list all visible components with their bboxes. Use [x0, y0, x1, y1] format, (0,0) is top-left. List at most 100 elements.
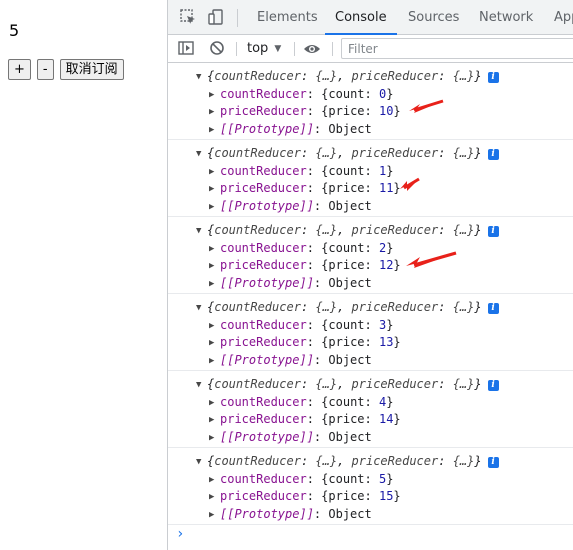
console-log-entry: ▼ {countReducer: {…}, priceReducer: {…}} i…: [168, 294, 573, 371]
prototype-row[interactable]: ▶ [[Prototype]]: Object: [209, 429, 372, 446]
console-output: ▼ {countReducer: {…}, priceReducer: {…}} i…: [168, 63, 573, 525]
log-object-summary[interactable]: ▼ {countReducer: {…}, priceReducer: {…}} i: [196, 299, 499, 316]
inspect-element-icon[interactable]: [180, 9, 196, 29]
price-reducer-row[interactable]: ▶ priceReducer: {price: 10}: [209, 103, 401, 120]
console-log-entry: ▼ {countReducer: {…}, priceReducer: {…}} i…: [168, 63, 573, 140]
toolbar-divider: [294, 42, 295, 56]
log-object-summary[interactable]: ▼ {countReducer: {…}, priceReducer: {…}} i: [196, 145, 499, 162]
devtools-panel: Elements Console Sources Network App top…: [167, 0, 573, 550]
info-icon[interactable]: i: [487, 380, 499, 391]
count-reducer-row[interactable]: ▶ countReducer: {count: 5}: [209, 471, 393, 488]
button-row: + - 取消订阅: [8, 59, 124, 80]
console-prompt[interactable]: ›: [176, 526, 184, 542]
price-reducer-row[interactable]: ▶ priceReducer: {price: 11}: [209, 180, 401, 197]
console-log-entry: ▼ {countReducer: {…}, priceReducer: {…}} i…: [168, 217, 573, 294]
clear-console-icon[interactable]: [209, 40, 225, 60]
toolbar-divider: [332, 42, 333, 56]
live-expression-eye-icon[interactable]: [303, 41, 321, 60]
price-value: 14: [378, 412, 394, 426]
collapsed-triangle-icon[interactable]: ▶: [209, 199, 220, 216]
price-reducer-row[interactable]: ▶ priceReducer: {price: 12}: [209, 257, 401, 274]
collapsed-triangle-icon[interactable]: ▶: [209, 276, 220, 293]
count-reducer-row[interactable]: ▶ countReducer: {count: 4}: [209, 394, 393, 411]
count-reducer-row[interactable]: ▶ countReducer: {count: 1}: [209, 163, 393, 180]
price-value: 12: [378, 258, 394, 272]
log-object-summary[interactable]: ▼ {countReducer: {…}, priceReducer: {…}} i: [196, 376, 499, 393]
info-icon[interactable]: i: [487, 303, 499, 314]
count-reducer-row[interactable]: ▶ countReducer: {count: 2}: [209, 240, 393, 257]
price-value: 15: [378, 489, 394, 503]
toolbar-divider: [236, 42, 237, 56]
expanded-triangle-icon[interactable]: ▼: [196, 377, 207, 394]
info-icon[interactable]: i: [487, 72, 499, 83]
info-icon[interactable]: i: [487, 226, 499, 237]
tab-application[interactable]: App: [554, 0, 573, 34]
collapsed-triangle-icon[interactable]: ▶: [209, 104, 220, 121]
count-display: 5: [9, 21, 20, 40]
collapsed-triangle-icon[interactable]: ▶: [209, 507, 220, 524]
price-reducer-row[interactable]: ▶ priceReducer: {price: 14}: [209, 411, 401, 428]
device-toolbar-icon[interactable]: [208, 9, 224, 29]
dropdown-caret-icon: ▼: [274, 44, 282, 54]
filter-input[interactable]: [341, 38, 573, 59]
log-object-summary[interactable]: ▼ {countReducer: {…}, priceReducer: {…}} i: [196, 68, 499, 85]
console-log-entry: ▼ {countReducer: {…}, priceReducer: {…}} i…: [168, 371, 573, 448]
decrement-button[interactable]: -: [36, 59, 54, 80]
price-reducer-row[interactable]: ▶ priceReducer: {price: 13}: [209, 334, 401, 351]
console-log-entry: ▼ {countReducer: {…}, priceReducer: {…}} i…: [168, 140, 573, 217]
increment-button[interactable]: +: [8, 59, 31, 80]
price-reducer-row[interactable]: ▶ priceReducer: {price: 15}: [209, 488, 401, 505]
object-preview: {countReducer: {…}, priceReducer: {…}}: [207, 454, 482, 468]
devtools-tabbar: Elements Console Sources Network App: [168, 0, 573, 35]
log-object-summary[interactable]: ▼ {countReducer: {…}, priceReducer: {…}} i: [196, 222, 499, 239]
collapsed-triangle-icon[interactable]: ▶: [209, 164, 220, 181]
info-icon[interactable]: i: [487, 457, 499, 468]
object-preview: {countReducer: {…}, priceReducer: {…}}: [207, 69, 482, 83]
collapsed-triangle-icon[interactable]: ▶: [209, 241, 220, 258]
collapsed-triangle-icon[interactable]: ▶: [209, 489, 220, 506]
collapsed-triangle-icon[interactable]: ▶: [209, 87, 220, 104]
price-value: 10: [378, 104, 394, 118]
count-reducer-row[interactable]: ▶ countReducer: {count: 0}: [209, 86, 393, 103]
collapsed-triangle-icon[interactable]: ▶: [209, 412, 220, 429]
tab-console[interactable]: Console: [325, 0, 397, 35]
console-log-entry: ▼ {countReducer: {…}, priceReducer: {…}} i…: [168, 448, 573, 525]
prototype-row[interactable]: ▶ [[Prototype]]: Object: [209, 352, 372, 369]
expanded-triangle-icon[interactable]: ▼: [196, 146, 207, 163]
tab-sources[interactable]: Sources: [408, 0, 459, 34]
collapsed-triangle-icon[interactable]: ▶: [209, 335, 220, 352]
unsubscribe-button[interactable]: 取消订阅: [59, 59, 124, 80]
expanded-triangle-icon[interactable]: ▼: [196, 454, 207, 471]
sidebar-toggle-icon[interactable]: [178, 40, 194, 60]
context-value: top: [247, 41, 269, 56]
collapsed-triangle-icon[interactable]: ▶: [209, 353, 220, 370]
expanded-triangle-icon[interactable]: ▼: [196, 223, 207, 240]
object-preview: {countReducer: {…}, priceReducer: {…}}: [207, 377, 482, 391]
collapsed-triangle-icon[interactable]: ▶: [209, 258, 220, 275]
object-preview: {countReducer: {…}, priceReducer: {…}}: [207, 146, 482, 160]
prototype-row[interactable]: ▶ [[Prototype]]: Object: [209, 121, 372, 138]
collapsed-triangle-icon[interactable]: ▶: [209, 318, 220, 335]
tab-elements[interactable]: Elements: [257, 0, 318, 34]
collapsed-triangle-icon[interactable]: ▶: [209, 430, 220, 447]
object-preview: {countReducer: {…}, priceReducer: {…}}: [207, 223, 482, 237]
collapsed-triangle-icon[interactable]: ▶: [209, 181, 220, 198]
app-page: 5 + - 取消订阅: [0, 0, 167, 550]
tabbar-divider: [237, 9, 238, 27]
prototype-row[interactable]: ▶ [[Prototype]]: Object: [209, 275, 372, 292]
tab-network[interactable]: Network: [479, 0, 533, 34]
prototype-row[interactable]: ▶ [[Prototype]]: Object: [209, 506, 372, 523]
expanded-triangle-icon[interactable]: ▼: [196, 69, 207, 86]
price-value: 11: [378, 181, 394, 195]
info-icon[interactable]: i: [487, 149, 499, 160]
collapsed-triangle-icon[interactable]: ▶: [209, 395, 220, 412]
prototype-row[interactable]: ▶ [[Prototype]]: Object: [209, 198, 372, 215]
price-value: 13: [378, 335, 394, 349]
expanded-triangle-icon[interactable]: ▼: [196, 300, 207, 317]
log-object-summary[interactable]: ▼ {countReducer: {…}, priceReducer: {…}} i: [196, 453, 499, 470]
collapsed-triangle-icon[interactable]: ▶: [209, 122, 220, 139]
collapsed-triangle-icon[interactable]: ▶: [209, 472, 220, 489]
count-reducer-row[interactable]: ▶ countReducer: {count: 3}: [209, 317, 393, 334]
context-selector[interactable]: top ▼: [247, 38, 281, 60]
console-toolbar: top ▼: [168, 35, 573, 63]
